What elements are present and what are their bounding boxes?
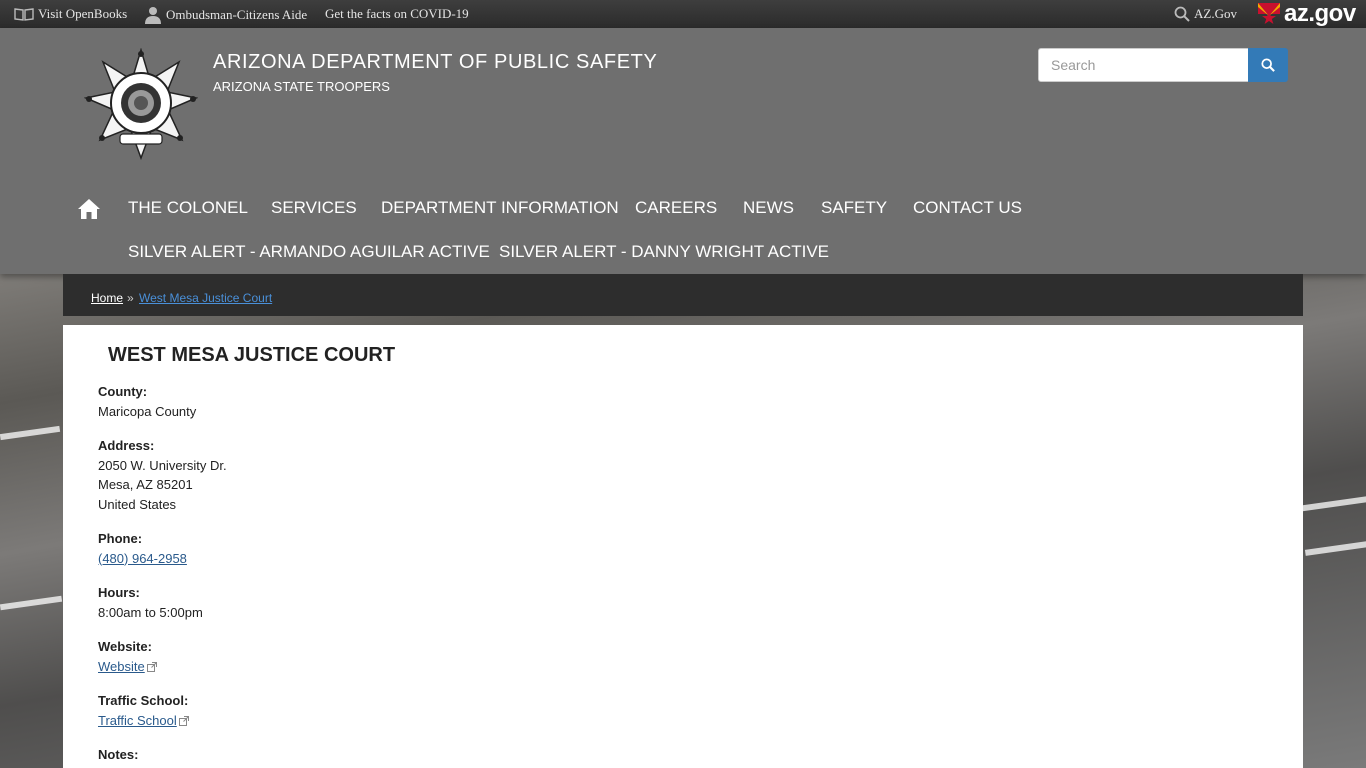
phone-label: Phone: xyxy=(98,531,143,546)
search-button[interactable] xyxy=(1248,48,1288,82)
nav-item-safety[interactable]: SAFETY xyxy=(821,198,887,218)
nav-item-services[interactable]: SERVICES xyxy=(271,198,357,218)
covid-link[interactable]: Get the facts on COVID-19 xyxy=(325,6,469,22)
county-field: County: Maricopa County xyxy=(98,382,196,421)
search-input[interactable] xyxy=(1038,48,1249,82)
nav-item-silver-alert-wright[interactable]: SILVER ALERT - DANNY WRIGHT ACTIVE xyxy=(499,242,829,262)
background-road-streak xyxy=(0,425,61,441)
search-icon xyxy=(1261,58,1275,72)
phone-field: Phone: (480) 964-2958 xyxy=(98,529,187,568)
azgov-label: AZ.Gov xyxy=(1194,6,1237,21)
nav-item-the-colonel[interactable]: THE COLONEL xyxy=(128,198,248,218)
breadcrumb-current-link[interactable]: West Mesa Justice Court xyxy=(139,291,272,305)
nav-item-news[interactable]: NEWS xyxy=(743,198,794,218)
traffic-school-field: Traffic School: Traffic School xyxy=(98,691,189,730)
hours-field: Hours: 8:00am to 5:00pm xyxy=(98,583,203,622)
county-label: County: xyxy=(98,384,148,399)
nav-item-contact-us[interactable]: CONTACT US xyxy=(913,198,1022,218)
search-icon xyxy=(1174,6,1190,22)
nav-item-department-information[interactable]: DEPARTMENT INFORMATION xyxy=(381,198,619,218)
ombudsman-label: Ombudsman-Citizens Aide xyxy=(166,7,308,22)
person-icon xyxy=(145,7,161,24)
county-value: Maricopa County xyxy=(98,403,197,419)
home-icon[interactable] xyxy=(77,198,101,220)
site-title[interactable]: ARIZONA DEPARTMENT OF PUBLIC SAFETY xyxy=(213,51,657,74)
website-label: Website: xyxy=(98,639,152,654)
external-link-icon xyxy=(178,715,189,726)
nav-item-careers[interactable]: CAREERS xyxy=(635,198,717,218)
phone-link[interactable]: (480) 964-2958 xyxy=(98,551,187,566)
traffic-school-label: Traffic School: xyxy=(98,693,189,708)
arizona-flag-icon xyxy=(1258,3,1280,24)
book-icon xyxy=(14,8,34,21)
page-title: WEST MESA JUSTICE COURT xyxy=(108,344,396,366)
address-field: Address: 2050 W. University Dr. Mesa, AZ… xyxy=(98,436,227,514)
star-badge-icon[interactable] xyxy=(84,48,198,160)
notes-field: Notes: xyxy=(98,745,138,765)
azgov-logo[interactable]: az.gov xyxy=(1258,0,1356,27)
website-field: Website: Website xyxy=(98,637,157,676)
hours-value: 8:00am to 5:00pm xyxy=(98,604,203,620)
nav-item-silver-alert-aguilar[interactable]: SILVER ALERT - ARMANDO AGUILAR ACTIVE xyxy=(128,242,490,262)
site-header: ARIZONA DEPARTMENT OF PUBLIC SAFETY ARIZ… xyxy=(0,28,1366,274)
openbooks-label: Visit OpenBooks xyxy=(38,6,128,21)
background-road-streak xyxy=(1299,494,1366,512)
address-line2: Mesa, AZ 85201 xyxy=(98,477,193,492)
breadcrumb: Home » West Mesa Justice Court xyxy=(63,274,1303,316)
breadcrumb-separator: » xyxy=(127,291,134,305)
address-line3: United States xyxy=(98,496,177,512)
site-subtitle: ARIZONA STATE TROOPERS xyxy=(213,79,390,94)
website-link[interactable]: Website xyxy=(98,659,145,674)
address-label: Address: xyxy=(98,438,155,453)
background-road-streak xyxy=(0,595,63,611)
openbooks-link[interactable]: Visit OpenBooks xyxy=(14,6,127,22)
ombudsman-link[interactable]: Ombudsman-Citizens Aide xyxy=(144,6,307,24)
hours-label: Hours: xyxy=(98,585,140,600)
breadcrumb-home-link[interactable]: Home xyxy=(91,291,123,305)
address-line1: 2050 W. University Dr. xyxy=(98,457,227,473)
azgov-logo-text: az.gov xyxy=(1284,0,1356,27)
main-content: WEST MESA JUSTICE COURT County: Maricopa… xyxy=(63,325,1303,768)
utility-bar: Visit OpenBooks Ombudsman-Citizens Aide … xyxy=(0,0,1366,28)
covid-label: Get the facts on COVID-19 xyxy=(325,6,469,21)
notes-label: Notes: xyxy=(98,747,139,762)
external-link-icon xyxy=(146,661,157,672)
azgov-link[interactable]: AZ.Gov xyxy=(1174,6,1237,22)
background-road-streak xyxy=(1304,540,1366,556)
traffic-school-link[interactable]: Traffic School xyxy=(98,713,177,728)
